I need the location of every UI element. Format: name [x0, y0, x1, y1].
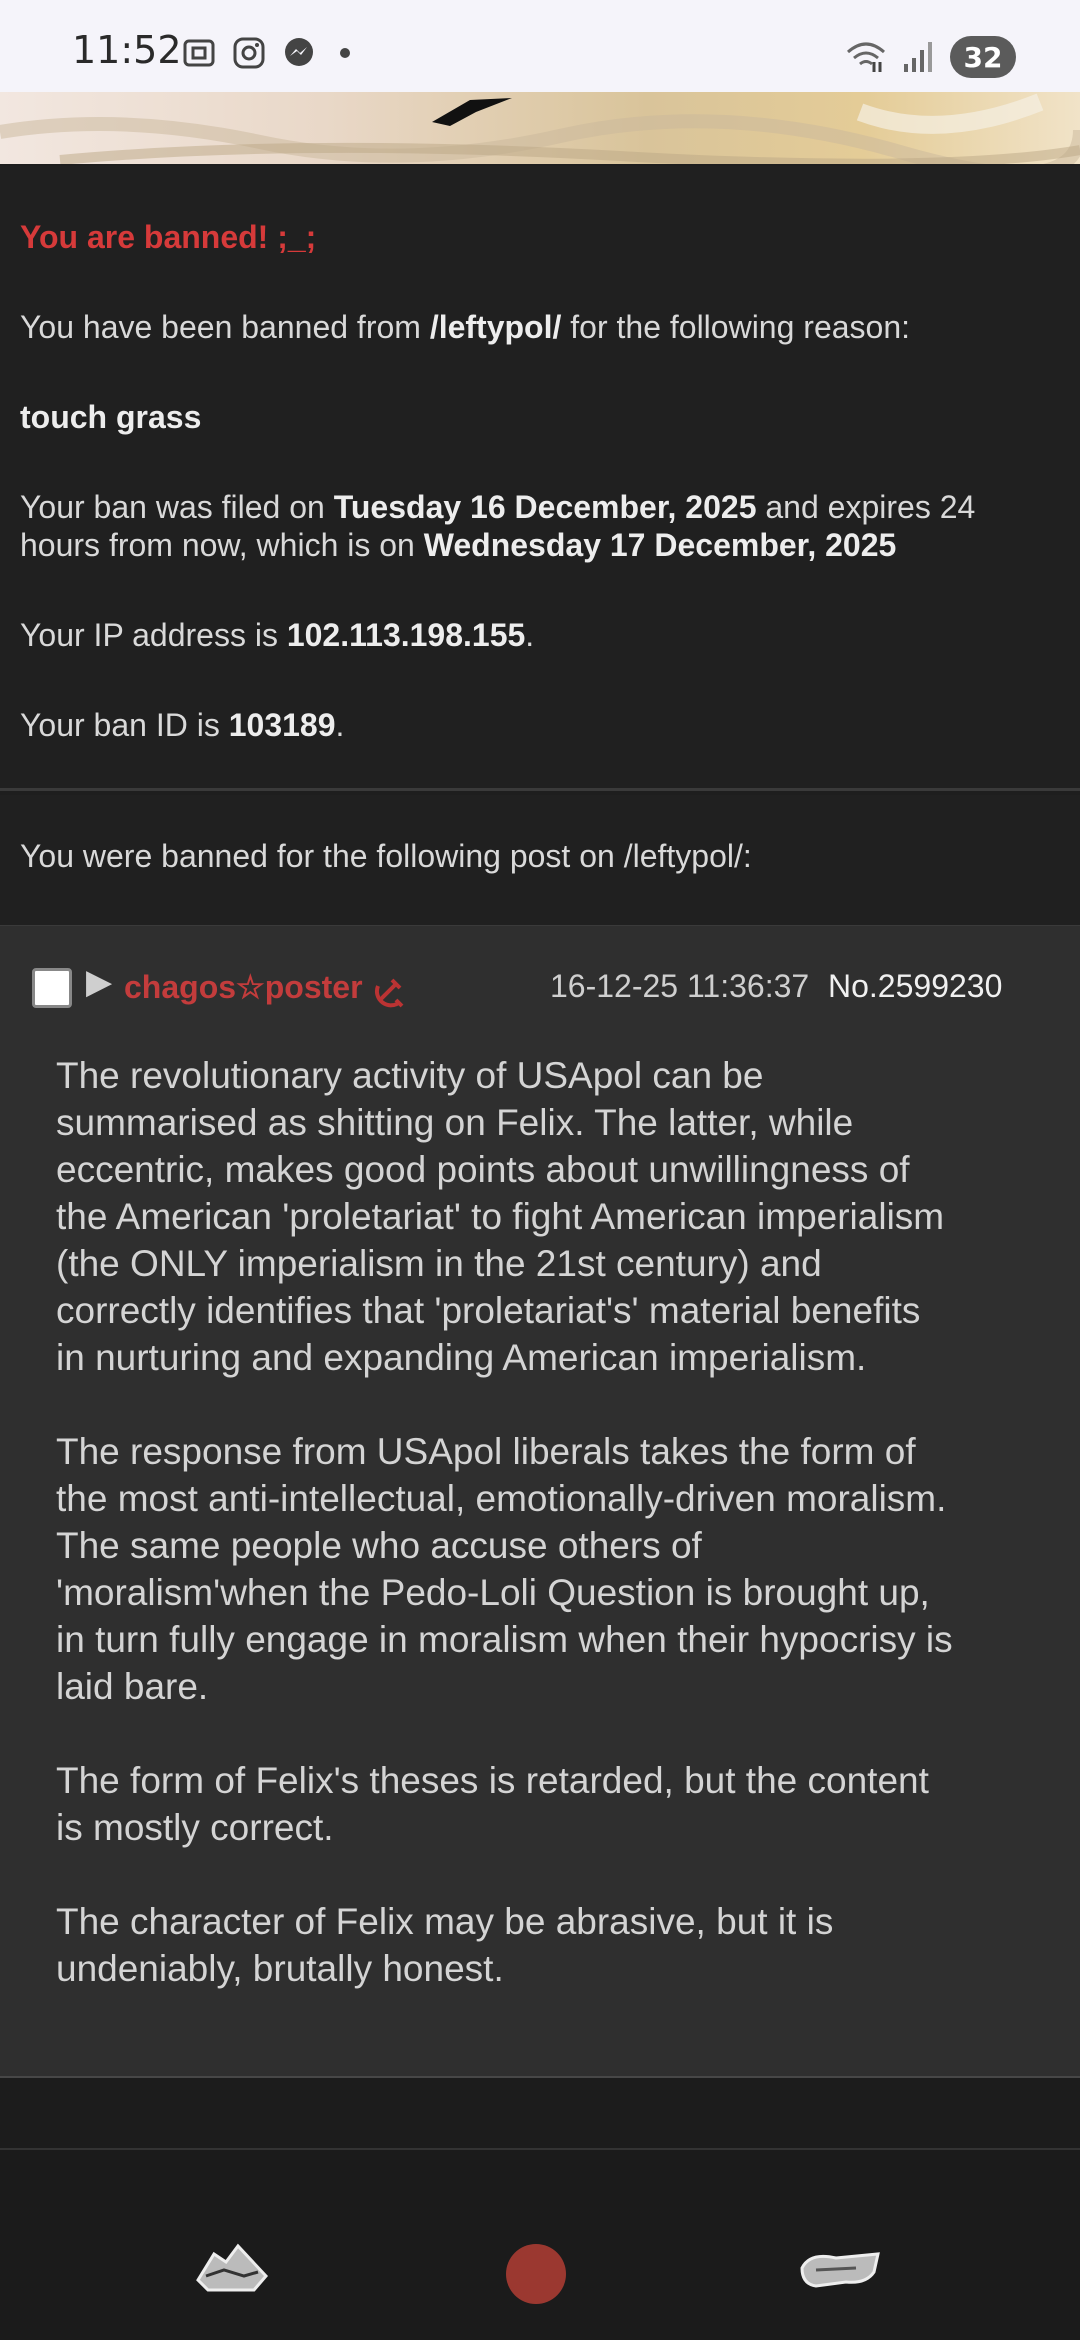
post-paragraph: The response from USApol liberals takes …: [56, 1431, 953, 1707]
messenger-icon: [285, 38, 313, 66]
ban-dates: Your ban was filed on Tuesday 16 Decembe…: [20, 489, 976, 563]
banned-post-intro: You were banned for the following post o…: [0, 795, 1080, 927]
post-select-checkbox[interactable]: [32, 968, 72, 1008]
notification-icons: [182, 36, 350, 70]
status-bar: 11:52 32: [0, 0, 1080, 92]
ban-reason: touch grass: [20, 399, 202, 435]
post-paragraph: The revolutionary activity of USApol can…: [56, 1055, 945, 1378]
ban-message-box: You are banned! ;_; You have been banned…: [0, 166, 1080, 791]
signal-icon: [904, 42, 932, 72]
back-button[interactable]: [796, 2248, 884, 2292]
poster-name: chagos☆poster: [124, 969, 363, 1005]
instagram-icon: [233, 37, 265, 69]
screenshot-icon: [183, 39, 215, 67]
section-separator: [0, 2078, 1080, 2150]
wifi-icon: [847, 42, 885, 72]
hammer-sickle-flag-icon: [374, 978, 404, 1008]
ban-board: /leftypol/: [429, 309, 562, 345]
banner-image: [0, 92, 1080, 164]
status-time: 11:52: [72, 28, 182, 72]
banned-post: ▶ chagos☆poster 16-12-25 11:36:37 No.259…: [0, 926, 1080, 2078]
post-menu-arrow-icon[interactable]: ▶: [86, 962, 112, 1002]
system-icons: 32: [844, 36, 1016, 78]
post-datetime: 16-12-25 11:36:37: [550, 968, 810, 1004]
post-header: ▶ chagos☆poster 16-12-25 11:36:37 No.259…: [32, 958, 1080, 1008]
ban-reason-intro: You have been banned from /leftypol/ for…: [20, 309, 911, 345]
post-body: The revolutionary activity of USApol can…: [56, 1052, 956, 2039]
ban-ip: Your IP address is 102.113.198.155.: [20, 617, 535, 653]
ban-expires-date: Wednesday 17 December, 2025: [423, 527, 897, 563]
ban-id-value: 103189: [228, 707, 336, 743]
ban-title: You are banned! ;_;: [20, 219, 317, 255]
post-paragraph: The form of Felix's theses is retarded, …: [56, 1760, 929, 1848]
bottom-navigation-bar: [0, 2200, 1080, 2340]
ip-address: 102.113.198.155: [286, 617, 526, 653]
banned-post-intro-text: You were banned for the following post o…: [20, 838, 752, 874]
ban-filed-date: Tuesday 16 December, 2025: [333, 489, 757, 525]
recent-apps-button[interactable]: [194, 2240, 270, 2296]
home-button[interactable]: [506, 2244, 566, 2304]
more-notifications-dot: [340, 48, 350, 58]
post-paragraph: The character of Felix may be abrasive, …: [56, 1901, 834, 1989]
battery-indicator: 32: [950, 36, 1016, 78]
ban-id: Your ban ID is 103189.: [20, 707, 345, 743]
post-number-link[interactable]: No.2599230: [828, 968, 1002, 1005]
